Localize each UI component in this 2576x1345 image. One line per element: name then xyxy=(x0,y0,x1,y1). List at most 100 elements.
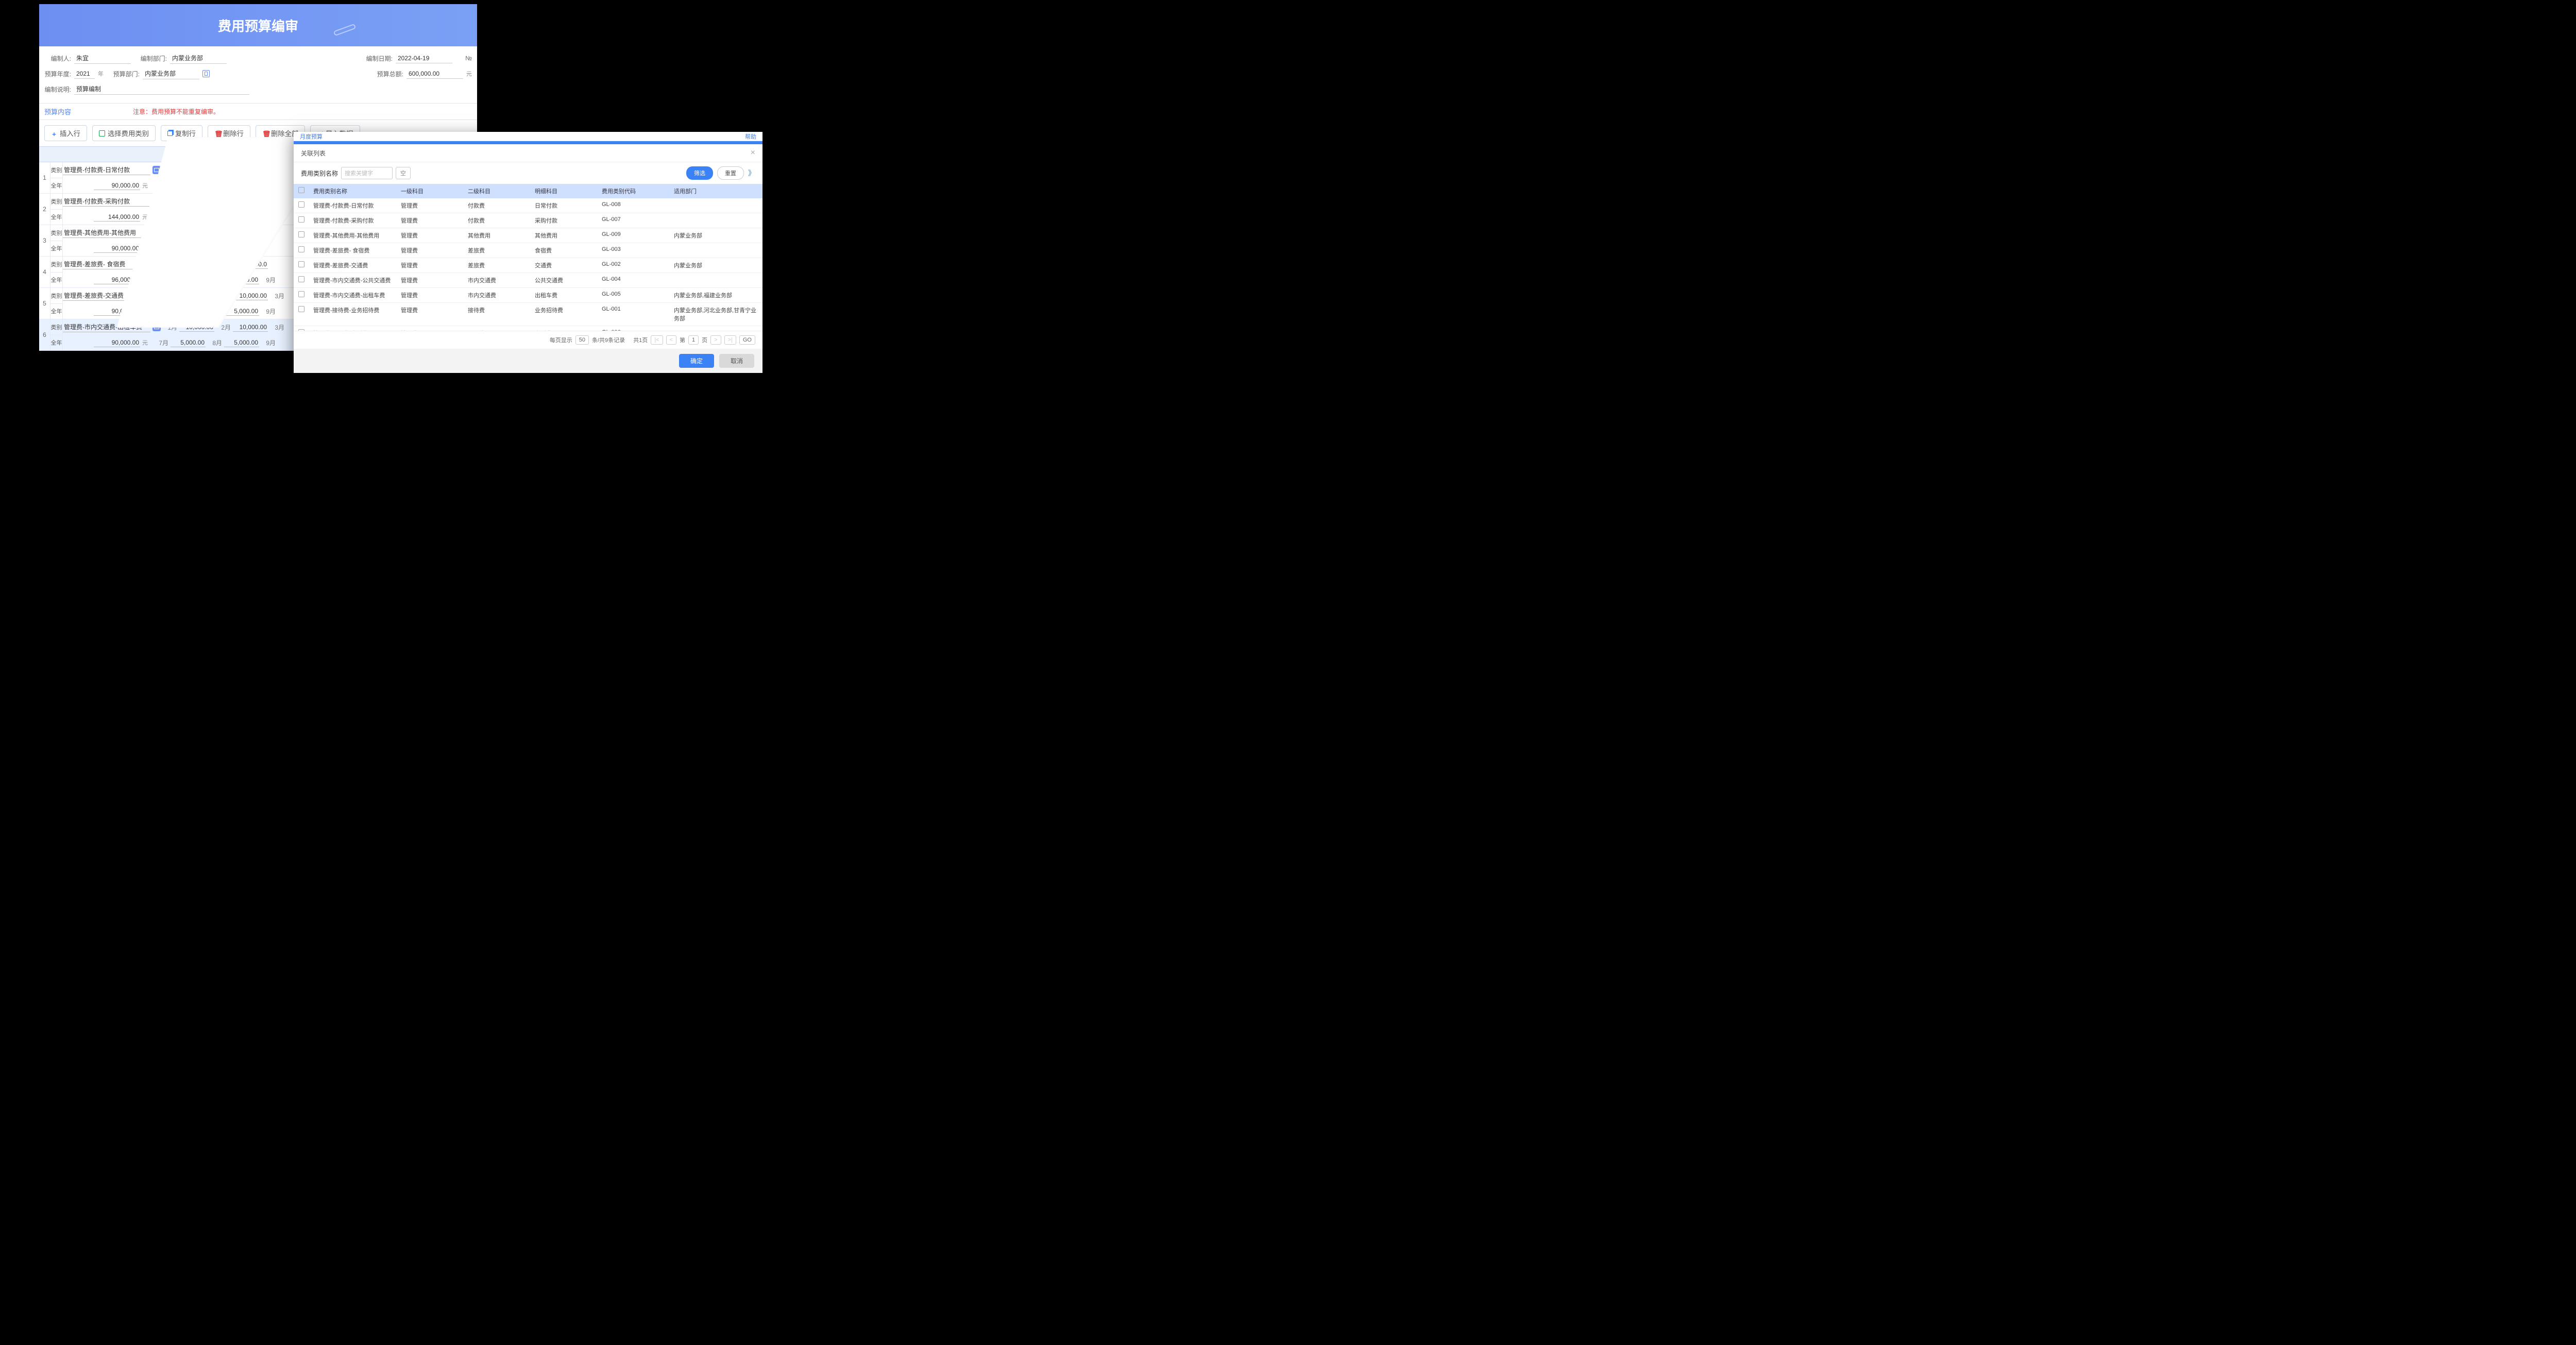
row-checkbox[interactable] xyxy=(298,276,304,282)
category-name[interactable]: 管理费-差旅费-交通费 xyxy=(63,291,150,301)
insert-row-button[interactable]: +插入行 xyxy=(44,125,87,141)
prev-page-button[interactable]: < xyxy=(666,335,676,345)
search-input[interactable]: 搜索关键字 xyxy=(341,167,393,179)
month-value[interactable] xyxy=(233,232,268,234)
month-label: 2 xyxy=(216,229,231,236)
empty-toggle[interactable]: 空 xyxy=(396,167,411,179)
month-value[interactable]: 5,000.00 xyxy=(224,338,259,347)
select-all-checkbox[interactable] xyxy=(298,187,304,193)
table-row[interactable]: 管理费-市内交通费-出租车费 管理费 市内交通费 出租车费 GL-005 内蒙业… xyxy=(294,288,762,303)
category-name[interactable]: 管理费-其他费用-其他费用 xyxy=(63,228,150,238)
category-name[interactable]: 管理费-付款费-采购付款 xyxy=(63,196,150,207)
month-value[interactable] xyxy=(179,201,214,202)
confirm-button[interactable]: 确定 xyxy=(679,354,714,368)
row-checkbox[interactable] xyxy=(298,216,304,223)
expand-icon[interactable]: 》 xyxy=(748,168,755,178)
year-total[interactable]: 144,000.00 xyxy=(94,213,140,222)
table-row[interactable]: 管理费-付款费-采购付款 管理费 付款费 采购付款 GL-007 xyxy=(294,213,762,228)
category-picker-icon[interactable] xyxy=(152,323,161,331)
month-value[interactable] xyxy=(233,201,268,202)
month-value[interactable]: 10,000.00 xyxy=(233,323,268,332)
month-value[interactable]: 8,000.00 xyxy=(171,276,206,284)
pick-category-button[interactable]: 选择费用类别 xyxy=(92,125,156,141)
year-value[interactable]: 2021 xyxy=(74,69,95,79)
month-label: 2月 xyxy=(216,323,231,332)
last-page-button[interactable]: >| xyxy=(724,335,736,345)
table-row[interactable]: 管理费-差旅费-交通费 管理费 差旅费 交通费 GL-002 内蒙业务部 xyxy=(294,258,762,273)
month-value[interactable]: 10,000.00 xyxy=(179,166,214,175)
current-page-input[interactable]: 1 xyxy=(688,335,699,345)
filter-button[interactable]: 筛选 xyxy=(686,166,713,180)
dept-picker-icon[interactable] xyxy=(202,70,210,77)
month-value[interactable]: 8,000.0 xyxy=(233,260,268,269)
year-total[interactable]: 90,000.00 xyxy=(94,181,140,190)
category-name[interactable]: 管理费-市内交通费-出租车费 xyxy=(63,322,150,332)
table-row[interactable]: 管理费-付款费-日常付款 管理费 付款费 日常付款 GL-008 xyxy=(294,198,762,213)
year-total[interactable]: 90,000.00 xyxy=(94,307,140,316)
month-value[interactable]: 10,000.00 xyxy=(233,166,268,175)
cell-name: 管理费-接待费-业务招待费 xyxy=(309,303,397,326)
cell-level2: 市内交通费 xyxy=(464,273,531,287)
budget-dept-value[interactable]: 内蒙业务部 xyxy=(143,68,199,79)
month-value[interactable]: 10,000.00 xyxy=(233,292,268,300)
year-total[interactable]: 96,000.00 xyxy=(94,276,140,284)
category-picker-icon[interactable] xyxy=(152,197,161,206)
category-picker-icon[interactable] xyxy=(152,292,161,300)
month-label: 3月 xyxy=(270,323,284,332)
go-button[interactable]: GO xyxy=(739,335,755,345)
month-value[interactable]: 5,000.00 xyxy=(171,307,206,316)
month-value[interactable]: 5,000.00 xyxy=(171,338,206,347)
cell-code: GL-001 xyxy=(598,303,670,326)
category-name[interactable]: 管理费-差旅费- 食宿费 xyxy=(63,259,150,269)
copy-row-button[interactable]: 复制行 xyxy=(161,125,202,141)
table-row[interactable]: 管理费-接待费-业务招待费 管理费 接待费 业务招待费 GL-001 内蒙业务部… xyxy=(294,303,762,326)
row-checkbox[interactable] xyxy=(298,201,304,208)
year-total[interactable]: 90,000.00 xyxy=(94,244,140,253)
row-index: 5 xyxy=(39,288,50,319)
month-value[interactable]: 10,000.00 xyxy=(179,292,214,300)
cell-dept xyxy=(670,243,762,258)
month-value[interactable] xyxy=(171,185,206,186)
year-total[interactable]: 90,000.00 xyxy=(94,338,140,347)
row-checkbox[interactable] xyxy=(298,261,304,267)
category-picker-icon[interactable] xyxy=(152,229,161,237)
row-checkbox[interactable] xyxy=(298,306,304,312)
table-row[interactable]: 管理费-差旅费- 食宿费 管理费 差旅费 食宿费 GL-003 xyxy=(294,243,762,258)
table-row[interactable]: 管理费-其他费用-其他费用 管理费 其他费用 其他费用 GL-009 内蒙业务部 xyxy=(294,228,762,243)
dept-value[interactable]: 内蒙业务部 xyxy=(170,53,227,64)
month-value[interactable]: 10,000.00 xyxy=(179,323,214,332)
month-value[interactable] xyxy=(224,248,259,249)
month-value[interactable]: 5,000.00 xyxy=(171,244,206,253)
note-value[interactable]: 预算编制 xyxy=(74,83,249,95)
page-sep2: 页 xyxy=(702,336,707,344)
cancel-button[interactable]: 取消 xyxy=(719,354,754,368)
reset-button[interactable]: 重置 xyxy=(717,166,744,180)
category-name[interactable]: 管理费-付款费-日常付款 xyxy=(63,165,150,175)
cell-level2: 差旅费 xyxy=(464,258,531,273)
cell-level2: 差旅费 xyxy=(464,243,531,258)
cell-level2: 付款费 xyxy=(464,213,531,228)
month-value[interactable]: 10,000.00 xyxy=(179,229,214,237)
row-label-year: 全年 xyxy=(50,178,62,194)
close-icon[interactable]: × xyxy=(751,148,755,158)
month-value[interactable]: 5,000.00 xyxy=(224,181,259,190)
cell-level2: 通讯费 xyxy=(464,326,531,331)
category-picker-icon[interactable] xyxy=(152,166,161,174)
delete-row-button[interactable]: 🗑删除行 xyxy=(208,125,250,141)
month-value[interactable] xyxy=(224,216,259,218)
month-value[interactable]: 8,000.00 xyxy=(224,276,259,284)
row-checkbox[interactable] xyxy=(298,231,304,237)
currency-unit: 元 xyxy=(142,181,148,190)
total-pages: 共1页 xyxy=(633,336,648,344)
month-value[interactable]: 5,000.00 xyxy=(224,307,259,316)
month-value[interactable]: 8,000.00 xyxy=(179,260,214,269)
month-value[interactable]: 12,000 xyxy=(171,213,206,222)
next-page-button[interactable]: > xyxy=(710,335,721,345)
table-row[interactable]: 管理费-通讯费-电话费 管理费 通讯费 电话费 GL-006 xyxy=(294,326,762,331)
table-row[interactable]: 管理费-市内交通费-公共交通费 管理费 市内交通费 公共交通费 GL-004 xyxy=(294,273,762,288)
row-checkbox[interactable] xyxy=(298,291,304,297)
perpage-input[interactable]: 50 xyxy=(575,335,589,345)
category-picker-icon[interactable] xyxy=(152,260,161,268)
first-page-button[interactable]: |< xyxy=(651,335,663,345)
row-checkbox[interactable] xyxy=(298,246,304,252)
